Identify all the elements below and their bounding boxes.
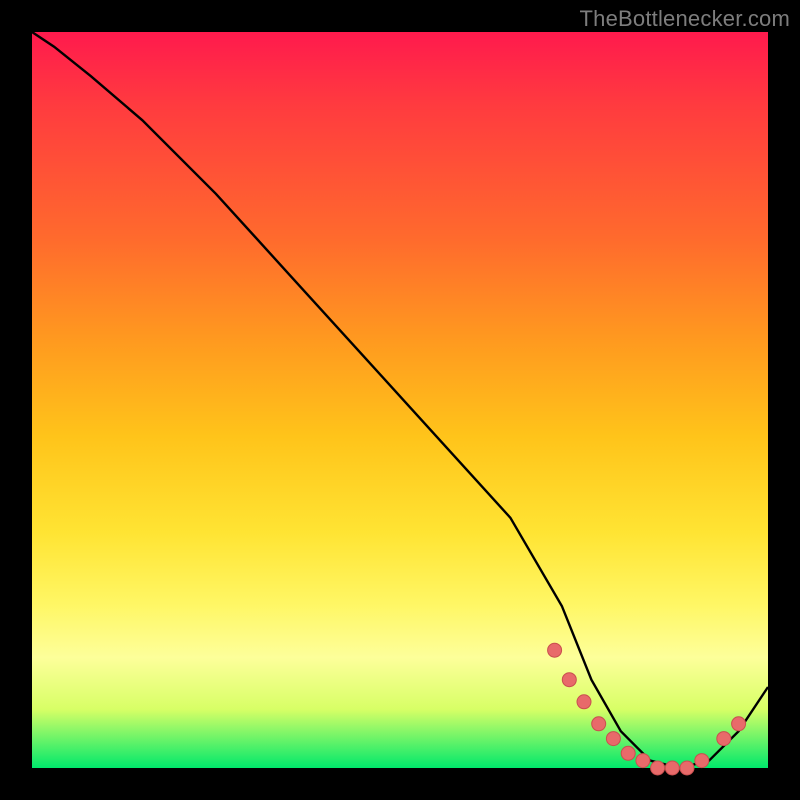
marker-dot	[717, 732, 731, 746]
marker-dot	[665, 761, 679, 775]
marker-dot	[636, 754, 650, 768]
attribution-text: TheBottlenecker.com	[580, 6, 790, 32]
plot-area	[32, 32, 768, 768]
marker-dot	[695, 754, 709, 768]
curve-layer	[32, 32, 768, 768]
chart-frame: TheBottlenecker.com	[0, 0, 800, 800]
bottleneck-curve	[32, 32, 768, 768]
marker-dot	[732, 717, 746, 731]
marker-dot	[651, 761, 665, 775]
marker-dot	[548, 643, 562, 657]
marker-dot	[606, 732, 620, 746]
marker-dot	[577, 695, 591, 709]
marker-dot	[562, 673, 576, 687]
marker-dot	[592, 717, 606, 731]
marker-dot	[621, 746, 635, 760]
marker-dot	[680, 761, 694, 775]
